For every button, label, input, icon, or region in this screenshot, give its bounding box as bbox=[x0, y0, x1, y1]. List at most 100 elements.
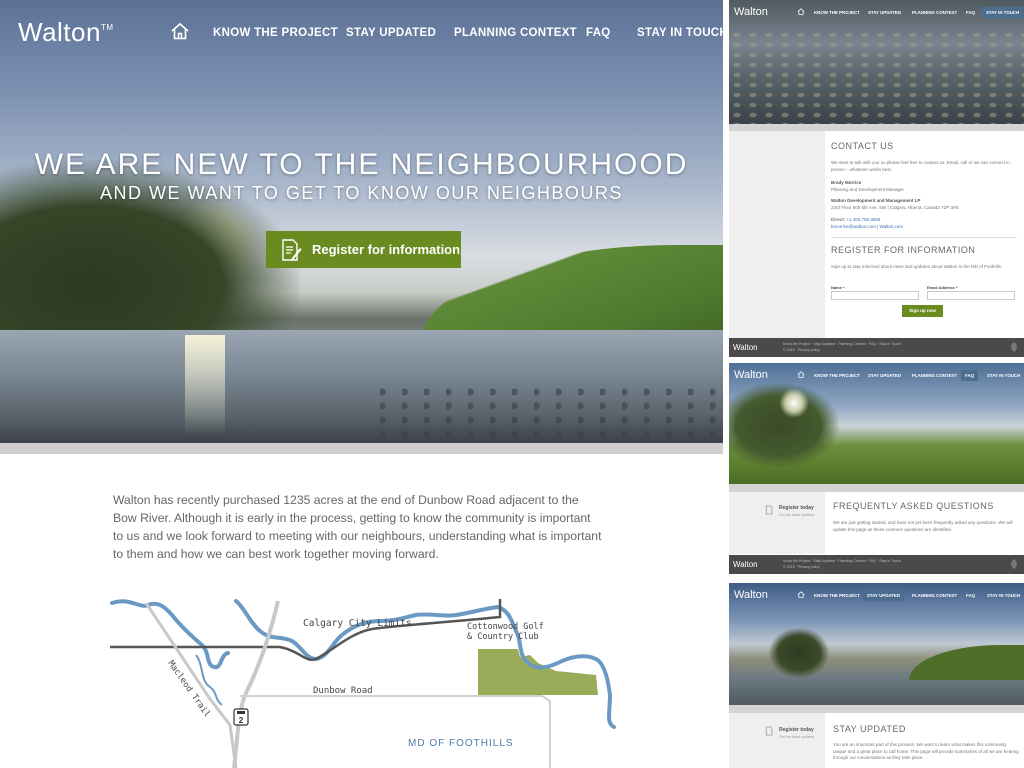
faq-title: FREQUENTLY ASKED QUESTIONS bbox=[833, 501, 994, 511]
thumb-nav: Walton KNOW THE PROJECT STAY UPDATED PLA… bbox=[729, 583, 1024, 607]
top-nav: WaltonTM KNOW THE PROJECT STAY UPDATED P… bbox=[0, 0, 723, 66]
map-label-dunbow: Dunbow Road bbox=[313, 686, 373, 696]
thumb-stay-updated-hero: Walton KNOW THE PROJECT STAY UPDATED PLA… bbox=[729, 583, 1024, 705]
thumb-contact-content: CONTACT US We want to talk with you so p… bbox=[729, 131, 1024, 338]
thumb-nav-updated[interactable]: STAY UPDATED bbox=[868, 10, 901, 15]
thumb-nav-faq[interactable]: FAQ bbox=[966, 593, 975, 598]
location-map: 2 Calgary City Limits Cottonwood Golf & … bbox=[110, 599, 616, 768]
contact-company: Walton Development and Management LP bbox=[831, 198, 921, 203]
footer-logo[interactable]: Walton bbox=[733, 343, 758, 352]
leaf-icon bbox=[1011, 342, 1017, 352]
thumb-nav-planning[interactable]: PLANNING CONTEXT bbox=[912, 593, 957, 598]
river-rocks bbox=[380, 385, 720, 443]
thumb-nav-know[interactable]: KNOW THE PROJECT bbox=[814, 593, 860, 598]
thumb-hill bbox=[909, 645, 1024, 680]
faq-text: We are just getting started, and have no… bbox=[833, 520, 1013, 532]
footer-copyright: © 2015 · Privacy policy bbox=[783, 565, 820, 569]
register-button-label: Register for information bbox=[312, 242, 461, 257]
map-label-md-foothills: MD OF FOOTHILLS bbox=[408, 738, 514, 749]
thumb-logo[interactable]: Walton bbox=[734, 6, 768, 18]
faq-register-sub: Get the latest updates bbox=[779, 513, 815, 517]
register-title: REGISTER FOR INFORMATION bbox=[831, 245, 976, 255]
sun-reflection bbox=[185, 335, 225, 435]
screenshot-collage: WaltonTM KNOW THE PROJECT STAY UPDATED P… bbox=[0, 0, 1024, 768]
contact-address: 23rd Floor 605 5th Ave. SW | Calgary, Al… bbox=[831, 205, 959, 210]
map-label-golf-2: & Country Club bbox=[467, 632, 539, 642]
leaf-icon bbox=[1011, 559, 1017, 569]
thumb-nav-know[interactable]: KNOW THE PROJECT bbox=[814, 373, 860, 378]
river-stones bbox=[729, 30, 1024, 124]
thumb-nav-updated[interactable]: STAY UPDATED bbox=[868, 373, 901, 378]
thumb-nav-faq-active[interactable]: FAQ bbox=[961, 370, 979, 381]
intro-paragraph: Walton has recently purchased 1235 acres… bbox=[113, 493, 602, 561]
hero-banner: WaltonTM KNOW THE PROJECT STAY UPDATED P… bbox=[0, 0, 723, 443]
nav-stay-updated[interactable]: STAY UPDATED bbox=[346, 27, 436, 39]
faq-register-today[interactable]: Register today bbox=[779, 505, 814, 511]
email-label: Email Address * bbox=[927, 285, 958, 290]
map-label-golf-1: Cottonwood Golf bbox=[467, 622, 544, 632]
thumb-divider bbox=[729, 484, 1024, 492]
footer-links[interactable]: Know the Project · Stay Updated · Planni… bbox=[783, 559, 901, 563]
thumb-nav-touch[interactable]: STAY IN TOUCH bbox=[987, 593, 1020, 598]
thumb-faq-content: Register today Get the latest updates FR… bbox=[729, 492, 1024, 554]
footer-copyright: © 2015 · Privacy policy bbox=[783, 348, 820, 352]
email-input[interactable] bbox=[927, 291, 1015, 300]
register-intro: Sign up to stay informed about news and … bbox=[831, 264, 1003, 269]
contact-rule bbox=[831, 237, 1017, 238]
nav-planning-context[interactable]: PLANNING CONTEXT bbox=[454, 27, 577, 39]
thumb-nav-planning[interactable]: PLANNING CONTEXT bbox=[912, 373, 957, 378]
contact-title: CONTACT US bbox=[831, 141, 894, 151]
main-page: WaltonTM KNOW THE PROJECT STAY UPDATED P… bbox=[0, 0, 723, 768]
register-button[interactable]: Register for information bbox=[266, 231, 461, 268]
direct-label: Direct: bbox=[831, 217, 846, 222]
document-pen-icon bbox=[765, 505, 773, 515]
thumb-nav-faq[interactable]: FAQ bbox=[966, 10, 975, 15]
thumb-sidebar bbox=[729, 713, 825, 768]
contact-name: Brady Morrice bbox=[831, 180, 862, 185]
thumb-nav-know[interactable]: KNOW THE PROJECT bbox=[814, 10, 860, 15]
thumb-nav-updated-active[interactable]: STAY UPDATED bbox=[863, 590, 905, 601]
thumb-divider bbox=[729, 705, 1024, 713]
hero-title: WE ARE NEW TO THE NEIGHBOURHOOD bbox=[34, 148, 689, 181]
thumb-nav-planning[interactable]: PLANNING CONTEXT bbox=[912, 10, 957, 15]
stay-text: You are an important part of this proces… bbox=[833, 742, 1019, 760]
contact-intro: We want to talk with you so please feel … bbox=[831, 160, 1010, 172]
thumb-logo[interactable]: Walton bbox=[734, 369, 768, 381]
thumb-contact-hero: Walton KNOW THE PROJECT STAY UPDATED PLA… bbox=[729, 0, 1024, 124]
thumb-sun bbox=[779, 388, 809, 418]
contact-role: Planning and Development Manager bbox=[831, 187, 905, 192]
stay-register-sub: Get the latest updates bbox=[779, 735, 815, 739]
map-label-calgary-limits: Calgary City Limits bbox=[303, 618, 412, 629]
direct-phone[interactable]: +1 403.750.3568 bbox=[847, 217, 881, 222]
thumb-tree bbox=[769, 628, 829, 678]
contact-direct: Direct: +1 403.750.3568 bbox=[831, 217, 1017, 224]
nav-know-the-project[interactable]: KNOW THE PROJECT bbox=[213, 27, 338, 39]
name-input[interactable] bbox=[831, 291, 919, 300]
dunbow-road bbox=[240, 695, 551, 768]
home-icon[interactable] bbox=[170, 22, 190, 40]
name-label: Name * bbox=[831, 285, 845, 290]
thumb-logo[interactable]: Walton bbox=[734, 589, 768, 601]
thumb-sidebar bbox=[729, 131, 825, 338]
contact-email[interactable]: bmorrice@walton.com | Walton.com bbox=[831, 224, 1017, 231]
hero-divider bbox=[0, 443, 723, 454]
home-icon[interactable] bbox=[797, 591, 805, 598]
thumb-nav-touch-active[interactable]: STAY IN TOUCH bbox=[982, 7, 1024, 18]
thumb-nav: Walton KNOW THE PROJECT STAY UPDATED PLA… bbox=[729, 363, 1024, 387]
home-icon[interactable] bbox=[797, 8, 805, 15]
hero-subtitle: AND WE WANT TO GET TO KNOW OUR NEIGHBOUR… bbox=[100, 183, 623, 203]
map-highway-number: 2 bbox=[239, 716, 244, 725]
home-icon[interactable] bbox=[797, 371, 805, 378]
stay-title: STAY UPDATED bbox=[833, 724, 906, 734]
footer-logo[interactable]: Walton bbox=[733, 560, 758, 569]
walton-logo[interactable]: WaltonTM bbox=[18, 17, 114, 48]
thumb-faq-hero: Walton KNOW THE PROJECT STAY UPDATED PLA… bbox=[729, 363, 1024, 484]
document-pen-icon bbox=[765, 726, 773, 736]
thumb-nav-touch[interactable]: STAY IN TOUCH bbox=[987, 373, 1020, 378]
sign-up-button[interactable]: Sign up now bbox=[902, 305, 943, 317]
footer-links[interactable]: Know the Project · Stay Updated · Planni… bbox=[783, 342, 901, 346]
nav-stay-in-touch[interactable]: STAY IN TOUCH bbox=[637, 27, 723, 39]
stay-register-today[interactable]: Register today bbox=[779, 727, 814, 733]
nav-faq[interactable]: FAQ bbox=[586, 27, 611, 39]
thumb-sidebar bbox=[729, 492, 825, 554]
